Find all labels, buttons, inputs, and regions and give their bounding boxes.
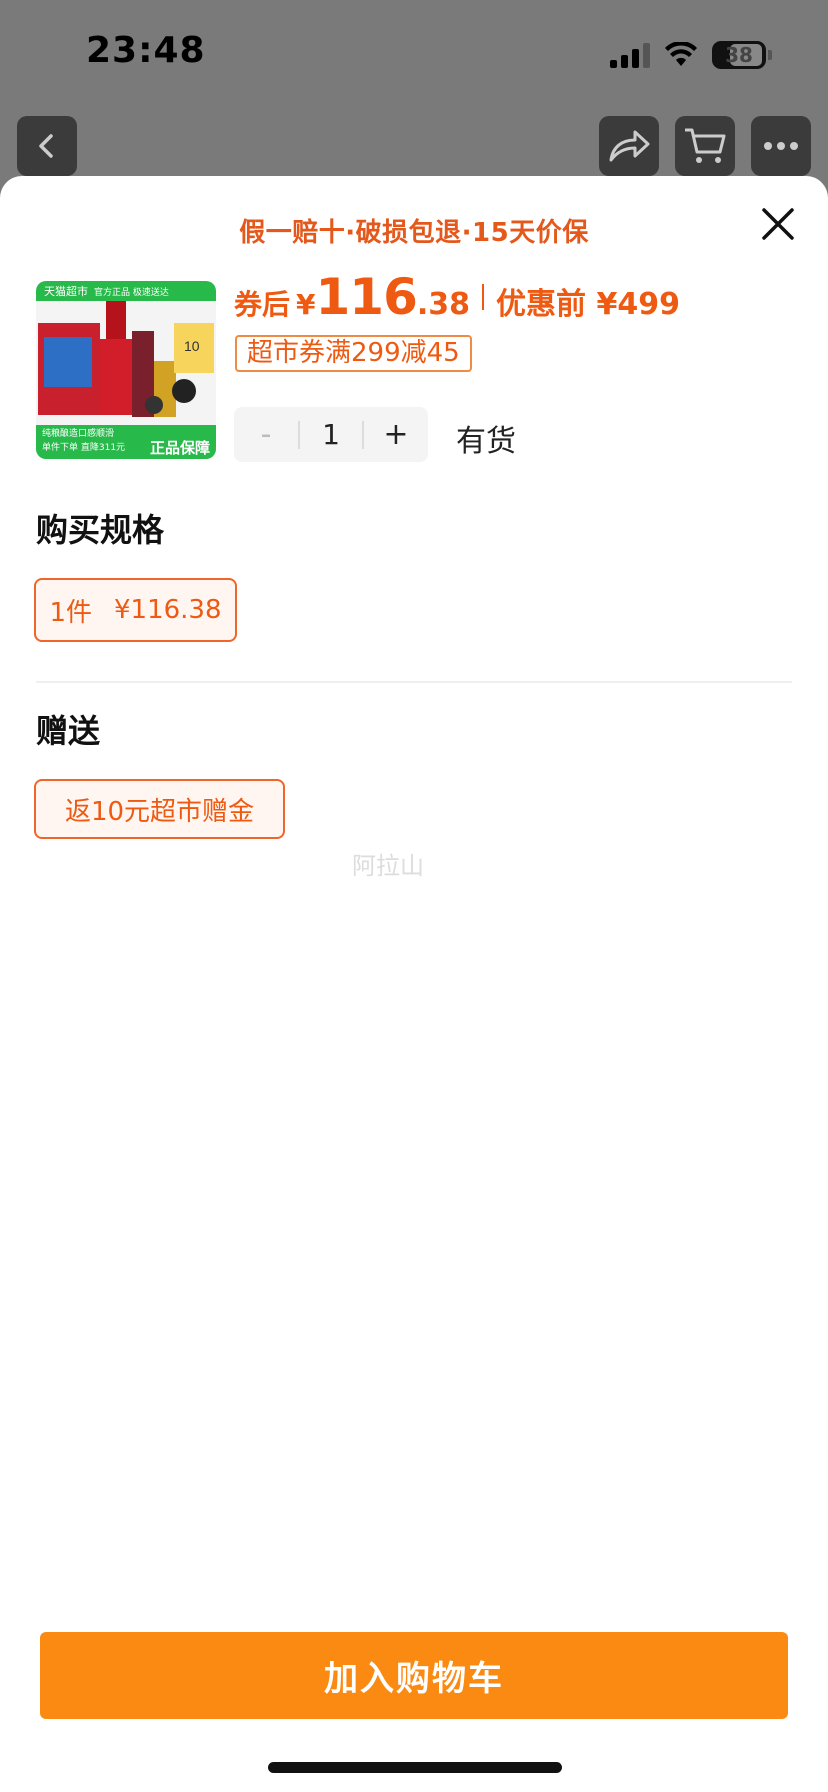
spec-option[interactable]: 1件 ¥116.38 xyxy=(34,578,237,642)
share-icon xyxy=(609,130,650,162)
liquor-gift-box-image: 10 xyxy=(38,301,214,417)
quantity-value[interactable]: 1 xyxy=(298,420,364,449)
back-button[interactable] xyxy=(17,116,77,176)
battery-level: 38 xyxy=(725,43,753,67)
coupon-tag: 超市券满299减45 xyxy=(235,335,472,372)
price-integer: 116 xyxy=(315,268,418,326)
gift-option[interactable]: 返10元超市赠金 xyxy=(34,779,285,839)
sku-sheet: 假一赔十·破损包退·15天价保 天猫超市 官方正品 极速送达 10 纯粮酿造口感… xyxy=(0,176,828,1792)
more-button[interactable] xyxy=(751,116,811,176)
cart-icon xyxy=(685,128,726,163)
gift-option-label: 返10元超市赠金 xyxy=(64,796,255,827)
thumb-brand-strip: 天猫超市 官方正品 极速送达 xyxy=(36,281,216,301)
thumb-brand: 天猫超市 xyxy=(44,285,88,298)
more-icon xyxy=(764,142,798,150)
guarantee-banner: 假一赔十·破损包退·15天价保 xyxy=(239,218,589,248)
original-price: 优惠前 ¥499 xyxy=(496,287,680,322)
quantity-increase-button[interactable]: + xyxy=(364,417,428,452)
cart-button[interactable] xyxy=(675,116,735,176)
gift-section-title: 赠送 xyxy=(36,712,101,750)
spec-section-title: 购买规格 xyxy=(36,511,165,549)
price-currency: ¥ xyxy=(296,288,316,321)
thumb-brand-sub: 官方正品 极速送达 xyxy=(94,287,169,298)
cellular-signal-icon xyxy=(610,42,650,68)
status-bar: 23:48 38 xyxy=(0,0,828,105)
close-icon[interactable] xyxy=(758,204,798,244)
spec-option-price: ¥116.38 xyxy=(114,595,222,625)
thumb-promo-big: 正品保障 xyxy=(149,439,210,457)
add-to-cart-button[interactable]: 加入购物车 xyxy=(40,1632,788,1719)
quantity-stepper: - 1 + xyxy=(234,407,428,462)
spec-option-name: 1件 xyxy=(49,597,92,628)
status-time: 23:48 xyxy=(86,30,206,71)
battery-icon: 38 xyxy=(712,41,772,69)
price-separator xyxy=(482,284,485,310)
price-decimal: .38 xyxy=(416,287,471,322)
home-indicator xyxy=(268,1762,562,1773)
price-label: 券后 xyxy=(234,288,291,321)
product-image: 10 xyxy=(36,301,216,425)
product-thumbnail[interactable]: 天猫超市 官方正品 极速送达 10 纯粮酿造口感顺滑 单件下单 直降311元 正… xyxy=(36,281,216,459)
status-icons: 38 xyxy=(610,38,772,72)
quantity-decrease-button[interactable]: - xyxy=(234,417,298,452)
wifi-icon xyxy=(665,42,697,66)
stock-status: 有货 xyxy=(456,424,516,459)
thumb-promo-strip: 纯粮酿造口感顺滑 单件下单 直降311元 正品保障 xyxy=(36,425,216,459)
share-button[interactable] xyxy=(599,116,659,176)
chevron-left-icon xyxy=(39,134,53,158)
thumb-badge: 10 xyxy=(184,338,200,354)
section-divider xyxy=(36,681,792,683)
watermark: 阿拉山 xyxy=(352,852,424,880)
price-line: 券后 ¥ 116 .38 优惠前 ¥499 xyxy=(234,268,680,326)
